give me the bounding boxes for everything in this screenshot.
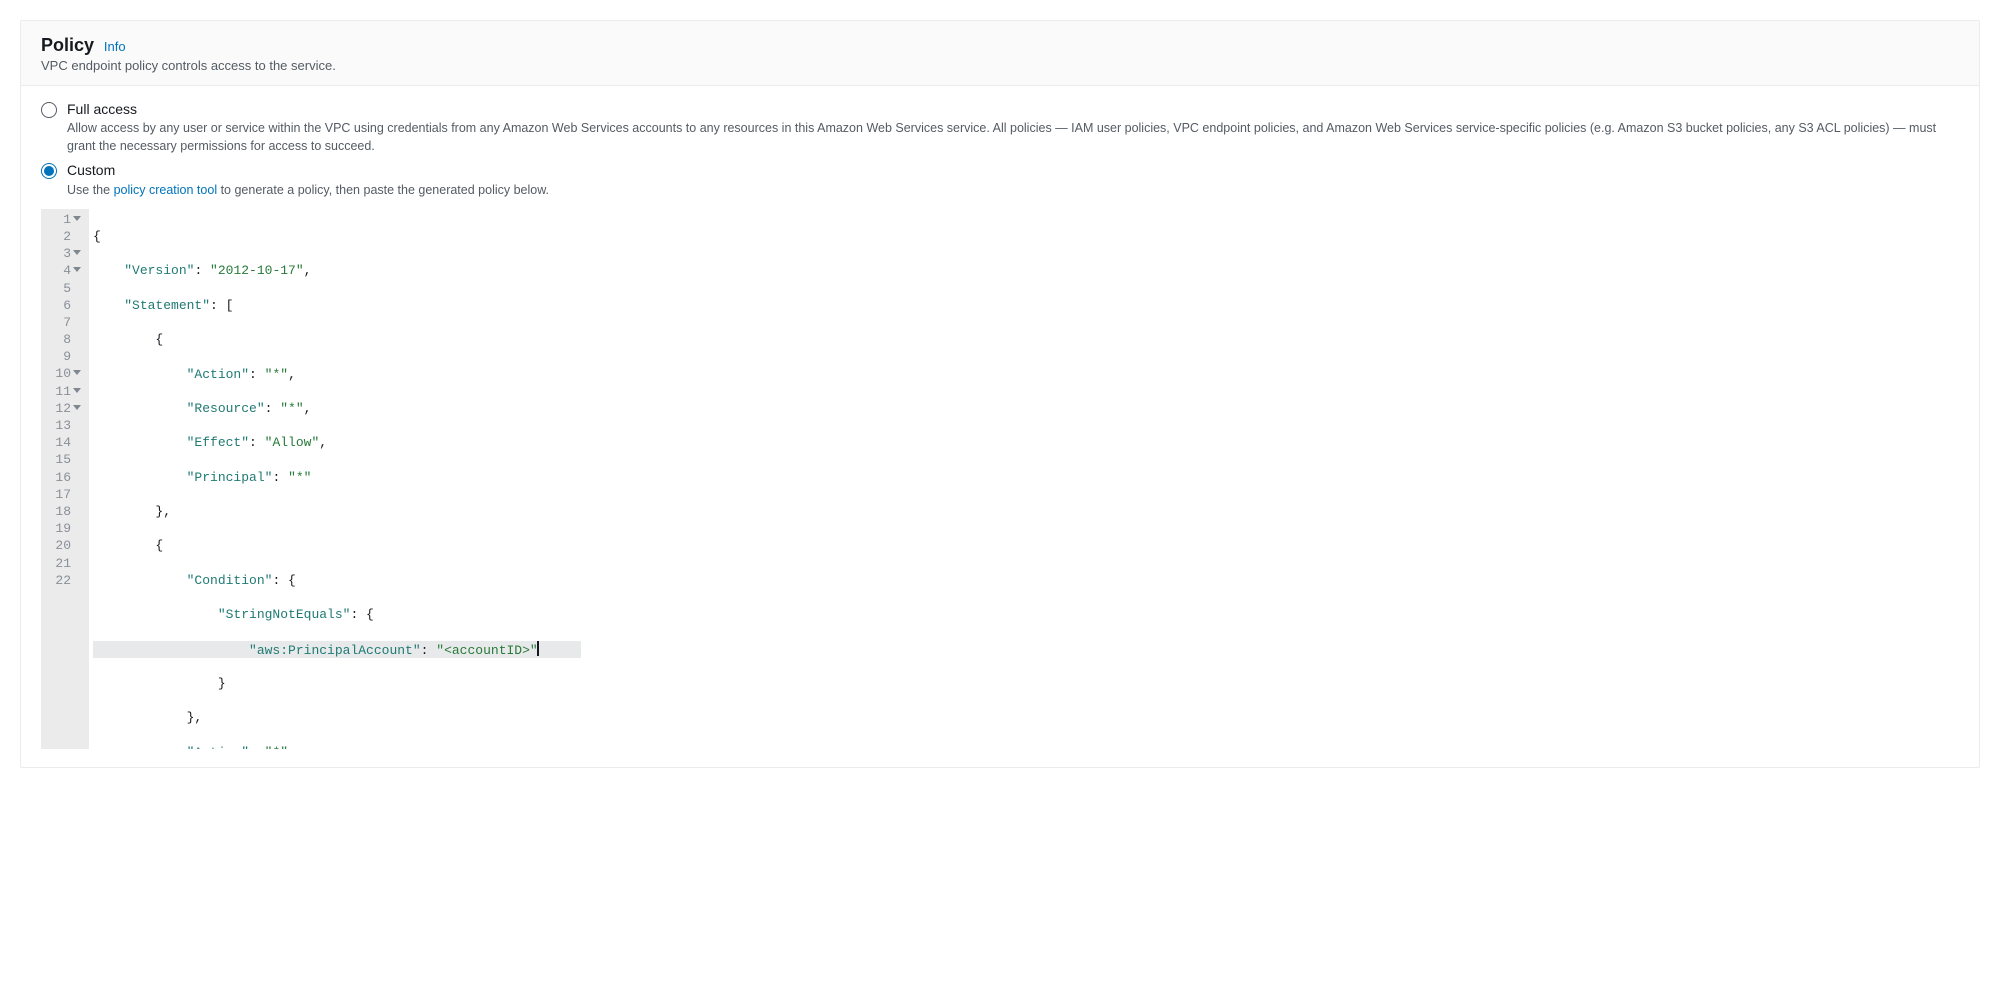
gutter-line: 7 <box>45 314 81 331</box>
gutter-line: 21 <box>45 555 81 572</box>
radio-custom-row: Custom Use the policy creation tool to g… <box>41 161 1959 198</box>
gutter-line: 8 <box>45 331 81 348</box>
code-line: "Action": "*", <box>93 366 581 383</box>
gutter-line: 22 <box>45 572 81 589</box>
gutter-line: 11 <box>45 383 81 400</box>
policy-json-editor[interactable]: 1 2 3 4 5 6 7 8 9 10 11 12 13 14 15 16 1… <box>41 209 581 749</box>
editor-gutter: 1 2 3 4 5 6 7 8 9 10 11 12 13 14 15 16 1… <box>41 209 89 749</box>
code-line: } <box>93 675 581 692</box>
code-line: "Statement": [ <box>93 297 581 314</box>
custom-desc-prefix: Use the <box>67 183 114 197</box>
panel-subtitle: VPC endpoint policy controls access to t… <box>41 58 1959 73</box>
radio-full-access-label[interactable]: Full access <box>67 100 1959 118</box>
text-cursor <box>537 641 539 656</box>
info-link[interactable]: Info <box>104 39 126 54</box>
panel-title: Policy <box>41 35 94 55</box>
custom-desc-suffix: to generate a policy, then paste the gen… <box>217 183 549 197</box>
gutter-line: 6 <box>45 297 81 314</box>
code-line: "Resource": "*", <box>93 400 581 417</box>
radio-full-access-row: Full access Allow access by any user or … <box>41 100 1959 155</box>
gutter-line: 5 <box>45 280 81 297</box>
code-line: }, <box>93 503 581 520</box>
code-line: "Version": "2012-10-17", <box>93 262 581 279</box>
panel-body: Full access Allow access by any user or … <box>21 86 1979 767</box>
radio-custom-label[interactable]: Custom <box>67 161 1959 179</box>
editor-code-area[interactable]: { "Version": "2012-10-17", "Statement": … <box>89 209 581 749</box>
policy-panel: Policy Info VPC endpoint policy controls… <box>20 20 1980 768</box>
gutter-line: 13 <box>45 417 81 434</box>
radio-full-access-desc: Allow access by any user or service with… <box>67 119 1959 155</box>
gutter-line: 20 <box>45 537 81 554</box>
gutter-line: 19 <box>45 520 81 537</box>
gutter-line: 14 <box>45 434 81 451</box>
code-line: }, <box>93 709 581 726</box>
gutter-line: 10 <box>45 365 81 382</box>
gutter-line: 3 <box>45 245 81 262</box>
gutter-line: 4 <box>45 262 81 279</box>
radio-full-access-content: Full access Allow access by any user or … <box>67 100 1959 155</box>
gutter-line: 15 <box>45 451 81 468</box>
code-line: "Principal": "*" <box>93 469 581 486</box>
radio-full-access[interactable] <box>41 102 57 118</box>
gutter-line: 17 <box>45 486 81 503</box>
code-line: "StringNotEquals": { <box>93 606 581 623</box>
gutter-line: 1 <box>45 211 81 228</box>
gutter-line: 16 <box>45 469 81 486</box>
code-line: { <box>93 537 581 554</box>
code-line: "Condition": { <box>93 572 581 589</box>
gutter-line: 12 <box>45 400 81 417</box>
gutter-line: 9 <box>45 348 81 365</box>
code-line: { <box>93 228 581 245</box>
radio-custom[interactable] <box>41 163 57 179</box>
radio-custom-content: Custom Use the policy creation tool to g… <box>67 161 1959 198</box>
code-line: "Action": "*", <box>93 744 581 749</box>
policy-creation-tool-link[interactable]: policy creation tool <box>114 183 218 197</box>
code-line: { <box>93 331 581 348</box>
radio-custom-desc: Use the policy creation tool to generate… <box>67 181 1959 199</box>
code-line-active: "aws:PrincipalAccount": "<accountID>" <box>93 641 581 658</box>
code-line: "Effect": "Allow", <box>93 434 581 451</box>
panel-header: Policy Info VPC endpoint policy controls… <box>21 21 1979 86</box>
gutter-line: 2 <box>45 228 81 245</box>
gutter-line: 18 <box>45 503 81 520</box>
